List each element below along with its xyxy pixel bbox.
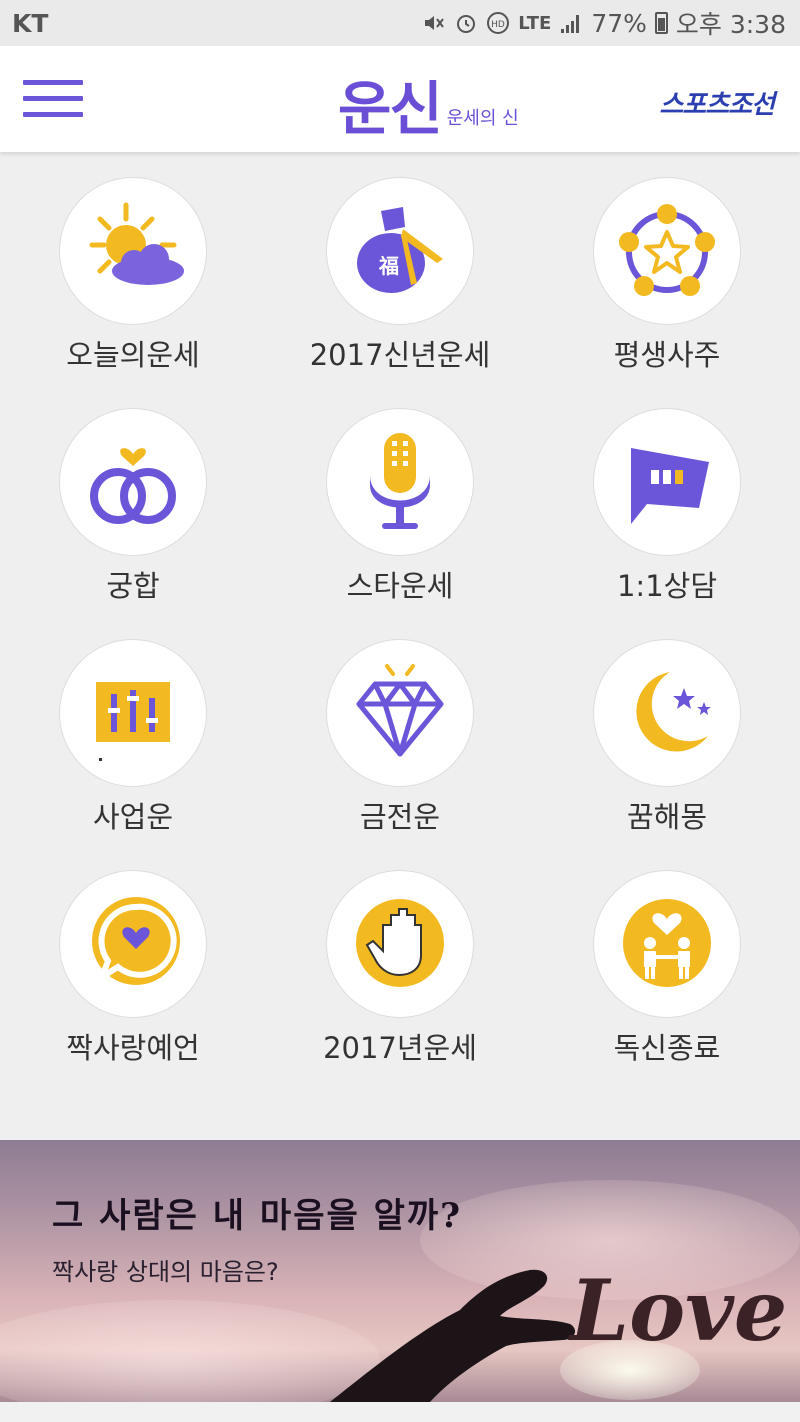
- menu-item-today-fortune[interactable]: 오늘의운세: [0, 170, 266, 400]
- battery-percent: 77%: [591, 8, 647, 38]
- chat-bubble-icon: [593, 408, 741, 556]
- clock: 오후 3:38: [675, 10, 786, 39]
- heart-speech-icon: [59, 870, 207, 1018]
- menu-label: 궁합: [106, 569, 160, 603]
- menu-item-dream[interactable]: 꿈해몽: [534, 632, 800, 862]
- menu-item-star-fortune[interactable]: 스타운세: [267, 401, 533, 631]
- partner-logo[interactable]: 스포츠조선: [659, 84, 775, 121]
- logo-main: 운신: [338, 75, 443, 143]
- rings-heart-icon: [59, 408, 207, 556]
- menu-icon[interactable]: [23, 80, 83, 120]
- menu-item-2017-fortune[interactable]: 2017년운세: [267, 863, 533, 1093]
- app-logo[interactable]: 운신 운세의 신: [338, 58, 519, 138]
- diamond-icon: [326, 639, 474, 787]
- crush-banner[interactable]: 그 사람은 내 마음을 알까? 짝사랑 상대의 마음은? Love: [0, 1140, 800, 1402]
- status-bar: KT HD LTE 77% 오후 3:38: [0, 0, 800, 46]
- bottom-strip: [0, 1402, 800, 1422]
- menu-label: 사업운: [92, 800, 174, 834]
- menu-label: 스타운세: [346, 569, 454, 603]
- menu-item-end-single[interactable]: 독신종료: [534, 863, 800, 1093]
- network-type: LTE: [518, 12, 552, 34]
- battery-icon: [654, 12, 668, 34]
- menu-label: 독신종료: [613, 1031, 721, 1065]
- menu-label: 금전운: [359, 800, 441, 834]
- menu-item-crush[interactable]: 짝사랑예언: [0, 863, 266, 1093]
- menu-item-2017-newyear[interactable]: 福 2017신년운세: [267, 170, 533, 400]
- menu-item-consult[interactable]: 1:1상담: [534, 401, 800, 631]
- star-orbit-icon: [593, 177, 741, 325]
- alarm-icon: [457, 15, 476, 33]
- svg-text:HD: HD: [491, 20, 505, 30]
- palm-hand-icon: [326, 870, 474, 1018]
- menu-label: 오늘의운세: [66, 338, 200, 372]
- lucky-bag-icon: 福: [326, 177, 474, 325]
- banner-cloud: [0, 1300, 380, 1402]
- menu-label: 평생사주: [613, 338, 721, 372]
- app-header: 운신 운세의 신 스포츠조선: [0, 46, 800, 152]
- menu-item-lifetime-saju[interactable]: 평생사주: [534, 170, 800, 400]
- menu-item-compatibility[interactable]: 궁합: [0, 401, 266, 631]
- menu-label: 짝사랑예언: [66, 1031, 200, 1065]
- banner-subtitle: 짝사랑 상대의 마음은?: [52, 1258, 279, 1286]
- menu-label: 2017년운세: [323, 1031, 477, 1065]
- hd-icon: HD: [487, 12, 510, 34]
- microphone-icon: [326, 408, 474, 556]
- menu-item-money[interactable]: 금전운: [267, 632, 533, 862]
- carrier-name: KT: [12, 8, 49, 38]
- svg-text:福: 福: [378, 254, 399, 278]
- business-chart-icon: [59, 639, 207, 787]
- couple-heart-icon: [593, 870, 741, 1018]
- hand-love-illustration: Love: [330, 1261, 787, 1402]
- menu-label: 꿈해몽: [626, 800, 708, 834]
- signal-icon: [561, 15, 580, 33]
- status-icons: HD LTE 77% 오후 3:38: [422, 5, 786, 41]
- moon-stars-icon: [593, 639, 741, 787]
- menu-item-business[interactable]: 사업운: [0, 632, 266, 862]
- logo-sub: 운세의 신: [446, 108, 519, 129]
- sun-cloud-icon: [59, 177, 207, 325]
- banner-art-text: Love: [568, 1261, 787, 1360]
- menu-label: 1:1상담: [616, 569, 718, 603]
- menu-label: 2017신년운세: [309, 338, 491, 372]
- mute-icon: [425, 16, 445, 30]
